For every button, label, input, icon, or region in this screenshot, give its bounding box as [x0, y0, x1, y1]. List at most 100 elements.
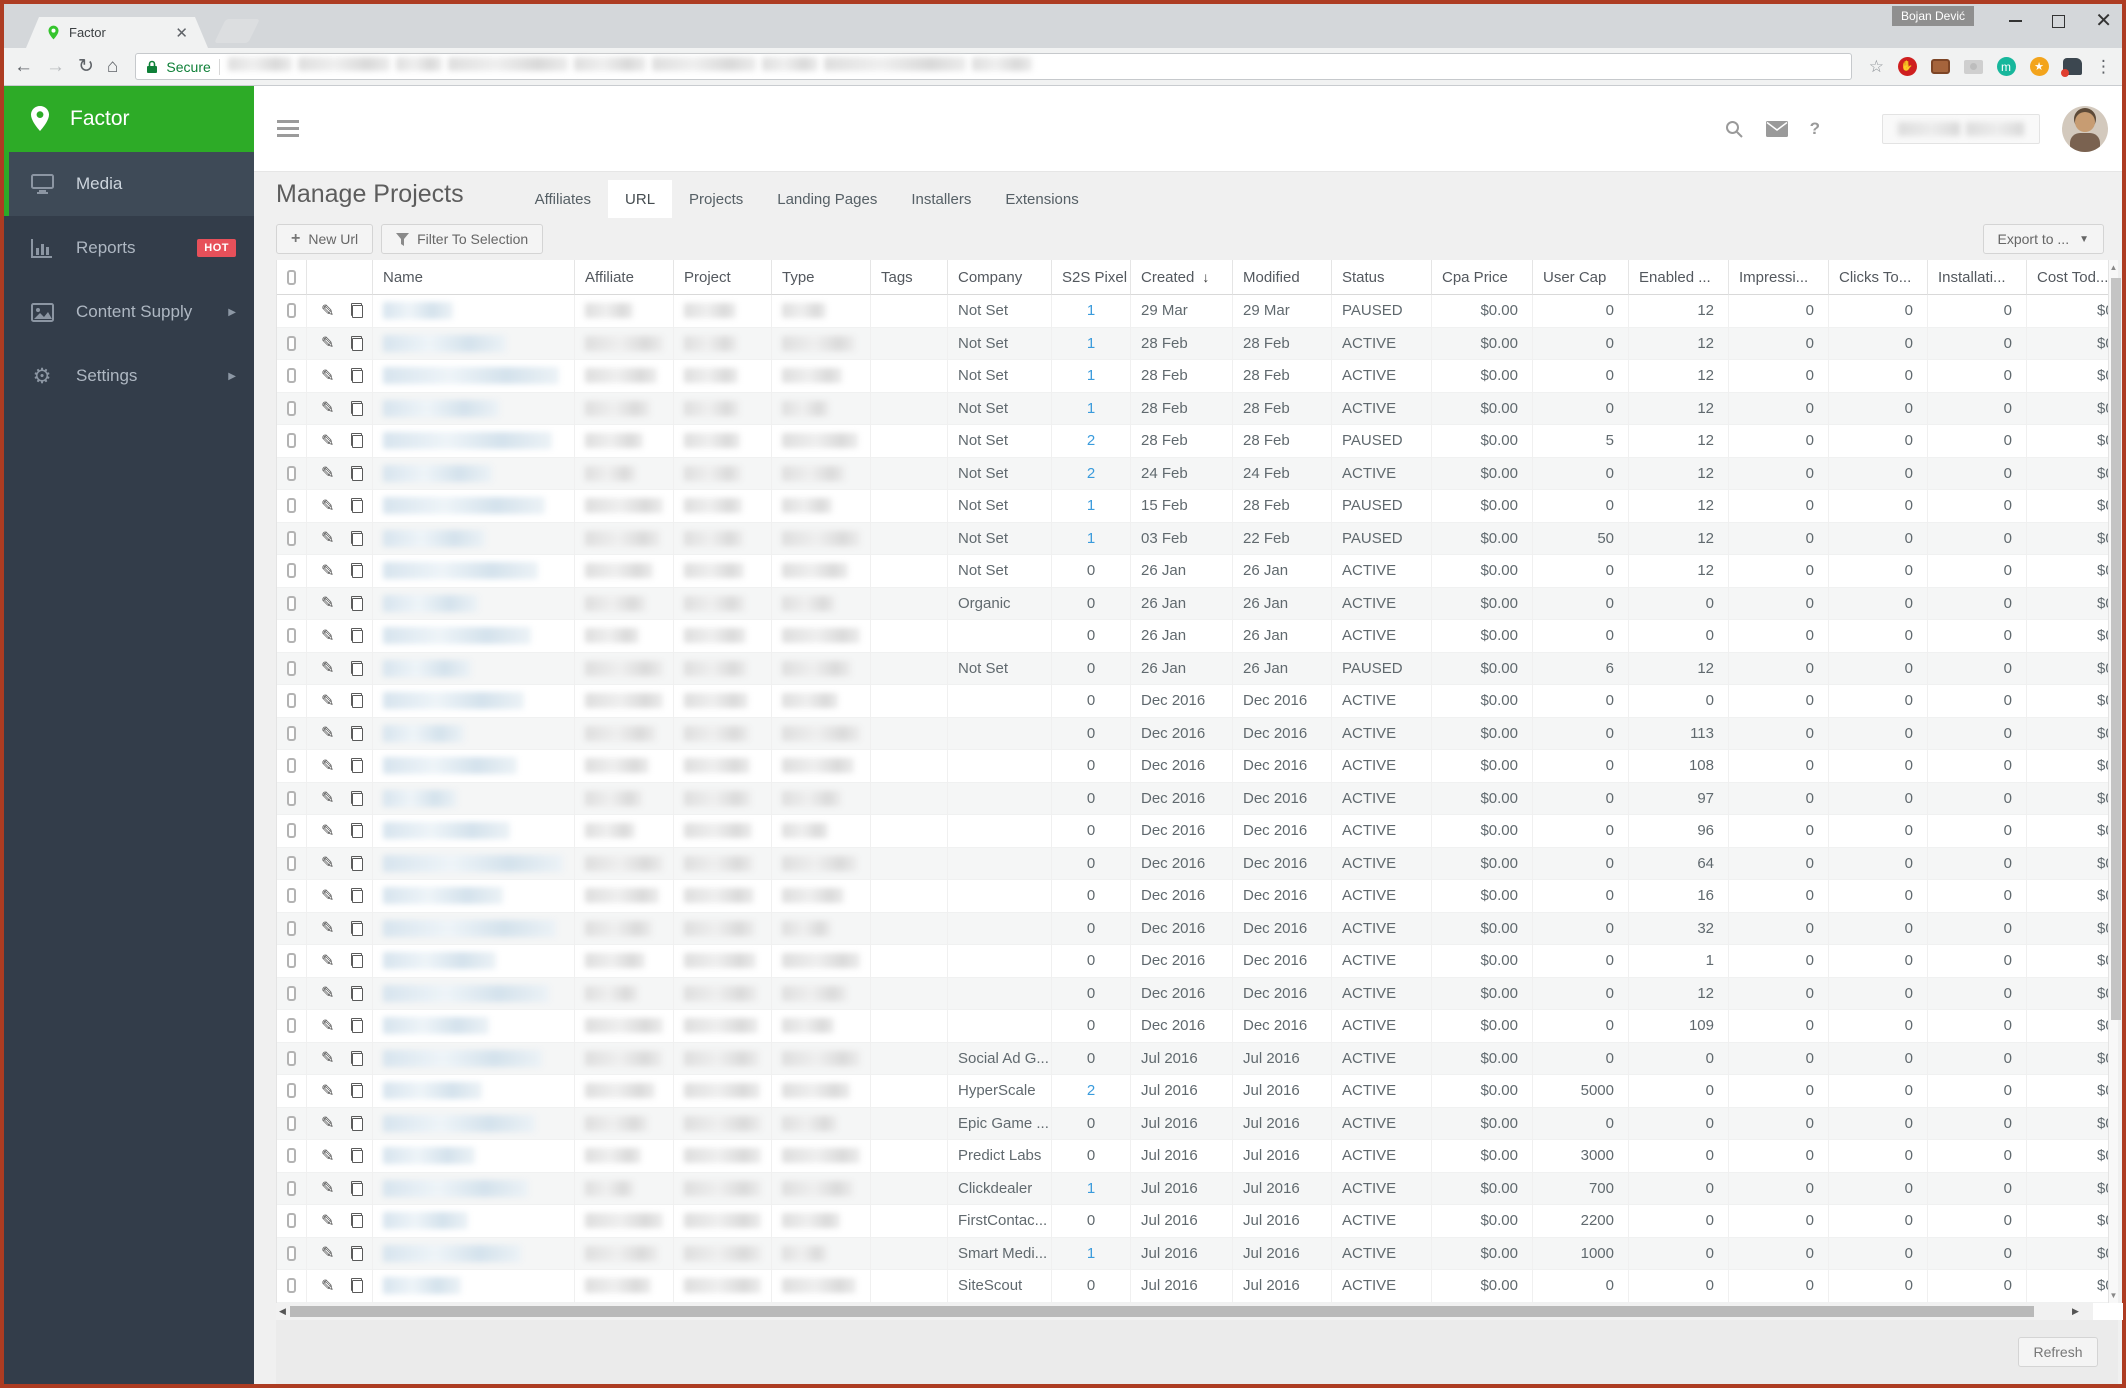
table-row[interactable]: ✎ Epic Game ... 0 Jul 2016 Jul 2016 ACTIVE $0.…	[277, 1107, 2109, 1140]
table-row[interactable]: ✎ Not Set 2 24 Feb 24 Feb ACTIVE $0.00 0 12 0 0 0 $0…	[277, 457, 2109, 490]
tab-installers[interactable]: Installers	[894, 180, 988, 218]
mail-envelope-icon[interactable]	[1765, 120, 1788, 137]
scroll-down-icon[interactable]: ▼	[2109, 1291, 2118, 1300]
sidebar-item-media[interactable]: Media	[4, 152, 254, 216]
column-header-project[interactable]: Project	[674, 260, 772, 295]
close-icon[interactable]: ✕	[2095, 11, 2112, 31]
edit-pencil-icon[interactable]: ✎	[321, 853, 334, 873]
duplicate-copy-icon[interactable]	[351, 1245, 363, 1261]
edit-pencil-icon[interactable]: ✎	[321, 918, 334, 938]
row-checkbox[interactable]	[287, 563, 296, 579]
table-row[interactable]: ✎ Predict Labs 0 Jul 2016 Jul 2016 ACTIVE $0.0…	[277, 1140, 2109, 1173]
duplicate-copy-icon[interactable]	[351, 1115, 363, 1131]
table-row[interactable]: ✎ 0 Dec 2016 Dec 2016 ACTIVE $0.00 0 109 0 0 0 $0.0…	[277, 1010, 2109, 1043]
column-header-modified[interactable]: Modified	[1233, 260, 1332, 295]
duplicate-copy-icon[interactable]	[351, 725, 363, 741]
row-checkbox[interactable]	[287, 855, 296, 871]
elephant-extension-icon[interactable]	[2060, 57, 2082, 77]
camera-extension-icon[interactable]	[1963, 57, 1983, 77]
column-header-installs[interactable]: Installati...	[1928, 260, 2027, 295]
vertical-scrollbar[interactable]: ▲ ▼	[2108, 260, 2121, 1303]
edit-pencil-icon[interactable]: ✎	[321, 431, 334, 451]
s2s-pixel-link[interactable]: 1	[1087, 367, 1095, 384]
edit-pencil-icon[interactable]: ✎	[321, 463, 334, 483]
duplicate-copy-icon[interactable]	[351, 400, 363, 416]
row-checkbox[interactable]	[287, 920, 296, 936]
table-row[interactable]: ✎ Not Set 1 28 Feb 28 Feb ACTIVE $0.00 0 12 0 0 0 $0…	[277, 360, 2109, 393]
edit-pencil-icon[interactable]: ✎	[321, 1211, 334, 1231]
horizontal-scrollbar-thumb[interactable]	[290, 1305, 2034, 1317]
row-checkbox[interactable]	[287, 758, 296, 774]
browser-tab[interactable]: Factor ✕	[26, 17, 208, 48]
table-row[interactable]: ✎ Not Set 1 28 Feb 28 Feb ACTIVE $0.00 0 12 0 0 0 $0…	[277, 327, 2109, 360]
help-icon[interactable]: ?	[1810, 119, 1820, 139]
edit-pencil-icon[interactable]: ✎	[321, 398, 334, 418]
browser-profile-name[interactable]: Bojan Dević	[1891, 6, 1974, 26]
sort-desc-icon[interactable]: ↓	[1202, 269, 1209, 285]
apps-grid-icon[interactable]	[1842, 120, 1860, 138]
address-bar[interactable]: Secure	[135, 53, 1852, 80]
duplicate-copy-icon[interactable]	[351, 660, 363, 676]
table-row[interactable]: ✎ 0 Dec 2016 Dec 2016 ACTIVE $0.00 0 96 0 0 0 $0.00	[277, 815, 2109, 848]
duplicate-copy-icon[interactable]	[351, 1148, 363, 1164]
edit-pencil-icon[interactable]: ✎	[321, 1081, 334, 1101]
browser-menu-icon[interactable]: ⋮	[2095, 57, 2112, 77]
bookmark-star-icon[interactable]: ☆	[1869, 57, 1884, 77]
s2s-pixel-link[interactable]: 2	[1087, 432, 1095, 449]
s2s-pixel-link[interactable]: 1	[1087, 1180, 1095, 1197]
duplicate-copy-icon[interactable]	[351, 920, 363, 936]
filter-to-selection-button[interactable]: Filter To Selection	[381, 224, 544, 254]
duplicate-copy-icon[interactable]	[351, 693, 363, 709]
row-checkbox[interactable]	[287, 1148, 296, 1164]
s2s-pixel-link[interactable]: 1	[1087, 530, 1095, 547]
s2s-pixel-link[interactable]: 2	[1087, 465, 1095, 482]
duplicate-copy-icon[interactable]	[351, 368, 363, 384]
duplicate-copy-icon[interactable]	[351, 985, 363, 1001]
hamburger-menu-icon[interactable]	[277, 120, 299, 137]
tab-extensions[interactable]: Extensions	[988, 180, 1095, 218]
column-header-s2s_pixel[interactable]: S2S Pixel	[1052, 260, 1131, 295]
row-checkbox[interactable]	[287, 725, 296, 741]
edit-pencil-icon[interactable]: ✎	[321, 593, 334, 613]
row-checkbox[interactable]	[287, 1115, 296, 1131]
scroll-up-icon[interactable]: ▲	[2109, 263, 2118, 272]
row-checkbox[interactable]	[287, 985, 296, 1001]
edit-pencil-icon[interactable]: ✎	[321, 496, 334, 516]
s2s-pixel-link[interactable]: 1	[1087, 497, 1095, 514]
edit-pencil-icon[interactable]: ✎	[321, 691, 334, 711]
search-icon[interactable]	[1724, 119, 1744, 139]
duplicate-copy-icon[interactable]	[351, 465, 363, 481]
table-row[interactable]: ✎ FirstContac... 0 Jul 2016 Jul 2016 ACTIVE $0…	[277, 1205, 2109, 1238]
s2s-pixel-link[interactable]: 1	[1087, 1245, 1095, 1262]
table-row[interactable]: ✎ 0 Dec 2016 Dec 2016 ACTIVE $0.00 0 113 0 0 0 $0.0…	[277, 717, 2109, 750]
table-row[interactable]: ✎ 0 26 Jan 26 Jan ACTIVE $0.00 0 0 0 0 0 $0.00	[277, 620, 2109, 653]
edit-pencil-icon[interactable]: ✎	[321, 1178, 334, 1198]
sidebar-item-reports[interactable]: Reports HOT	[4, 216, 254, 280]
table-row[interactable]: ✎ Organic 0 26 Jan 26 Jan ACTIVE $0.00 0 0 0 0 0 $0.…	[277, 587, 2109, 620]
edit-pencil-icon[interactable]: ✎	[321, 1243, 334, 1263]
row-checkbox[interactable]	[287, 433, 296, 449]
vertical-scrollbar-thumb[interactable]	[2111, 278, 2121, 1020]
edit-pencil-icon[interactable]: ✎	[321, 528, 334, 548]
select-all-checkbox[interactable]	[287, 269, 296, 285]
edit-pencil-icon[interactable]: ✎	[321, 1276, 334, 1296]
duplicate-copy-icon[interactable]	[351, 1083, 363, 1099]
row-checkbox[interactable]	[287, 1245, 296, 1261]
table-row[interactable]: ✎ 0 Dec 2016 Dec 2016 ACTIVE $0.00 0 16 0 0 0 $0.00	[277, 880, 2109, 913]
table-row[interactable]: ✎ HyperScale 2 Jul 2016 Jul 2016 ACTIVE $0.00 5…	[277, 1075, 2109, 1108]
duplicate-copy-icon[interactable]	[351, 888, 363, 904]
row-checkbox[interactable]	[287, 1018, 296, 1034]
table-row[interactable]: ✎ Not Set 1 03 Feb 22 Feb PAUSED $0.00 50 12 0 0 0 $…	[277, 522, 2109, 555]
tv-extension-icon[interactable]	[1930, 57, 1950, 77]
column-header-actions[interactable]	[307, 260, 373, 295]
edit-pencil-icon[interactable]: ✎	[321, 561, 334, 581]
row-checkbox[interactable]	[287, 303, 296, 319]
duplicate-copy-icon[interactable]	[351, 790, 363, 806]
row-checkbox[interactable]	[287, 1050, 296, 1066]
adblock-hand-icon[interactable]: ✋	[1897, 57, 1917, 77]
table-row[interactable]: ✎ 0 Dec 2016 Dec 2016 ACTIVE $0.00 0 0 0 0 0 $0.00	[277, 685, 2109, 718]
table-row[interactable]: ✎ 0 Dec 2016 Dec 2016 ACTIVE $0.00 0 12 0 0 0 $0.00	[277, 977, 2109, 1010]
export-button[interactable]: Export to ... ▼	[1982, 224, 2104, 254]
duplicate-copy-icon[interactable]	[351, 498, 363, 514]
column-header-select[interactable]	[277, 260, 307, 295]
